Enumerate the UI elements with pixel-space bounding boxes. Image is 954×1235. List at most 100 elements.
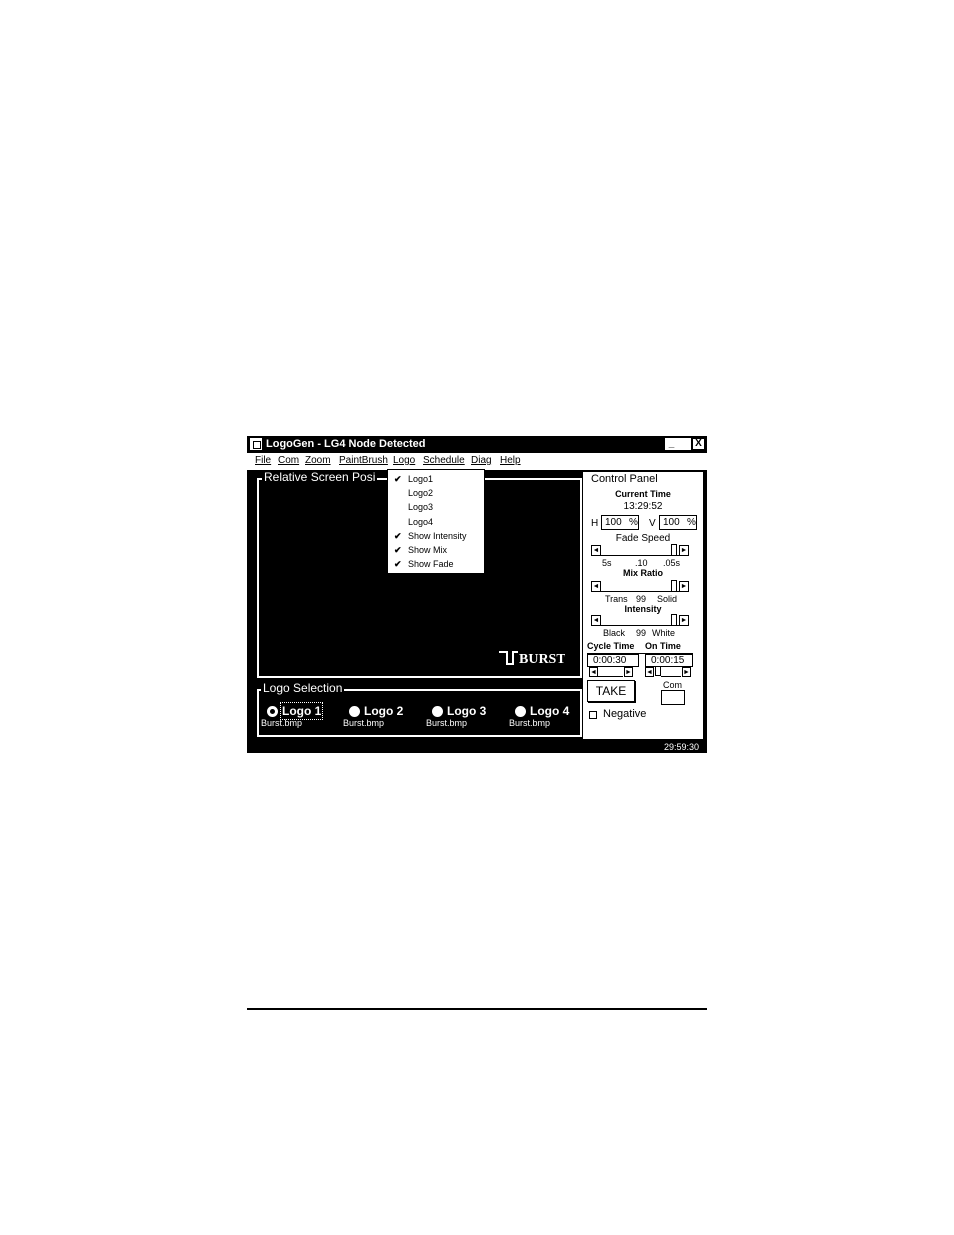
intensity-thumb[interactable] [671,614,677,626]
radio-selected-icon[interactable] [267,706,278,717]
cycle-time-right-arrow[interactable]: ► [624,667,633,677]
control-panel-title: Control Panel [591,473,658,485]
logo-3-file: Burst.bmp [426,718,468,728]
logogen-window: LogoGen - LG4 Node Detected _ X File Com… [247,436,707,753]
menu-schedule[interactable]: Schedule [423,455,465,466]
menu-file[interactable]: File [255,455,271,466]
intensity-tick-max: White [652,628,676,638]
menu-paintbrush[interactable]: PaintBrush [339,455,388,466]
check-icon: ✔ [394,545,402,555]
menu-diag[interactable]: Diag [471,455,492,466]
title-bar[interactable]: LogoGen - LG4 Node Detected _ X [247,436,707,453]
mix-ratio-left-arrow[interactable]: ◄ [591,581,601,592]
check-icon: ✔ [394,531,402,541]
h-label: H [591,518,599,529]
radio-icon[interactable] [515,706,526,717]
fade-speed-left-arrow[interactable]: ◄ [591,545,601,556]
on-time-thumb[interactable] [655,666,661,676]
menu-logo[interactable]: Logo [393,455,415,466]
v-percent-sign: % [687,517,696,528]
h-value: 100 [605,517,622,528]
logo-2-label: Logo 2 [364,704,404,718]
menu-bar: File Com Zoom PaintBrush Logo Schedule D… [247,453,707,470]
window-title: LogoGen - LG4 Node Detected [266,438,426,450]
close-button[interactable]: X [692,438,705,450]
menu-logo2[interactable]: Logo2 [408,488,433,498]
logo-4-file: Burst.bmp [509,718,551,728]
negative-checkbox[interactable] [589,711,597,719]
h-percent-sign: % [629,517,638,528]
intensity-left-arrow[interactable]: ◄ [591,615,601,626]
control-panel: Control Panel Current Time 13:29:52 H 10… [583,472,703,739]
menu-zoom[interactable]: Zoom [305,455,331,466]
mix-tick-value: 99 [636,594,647,604]
mix-ratio-track[interactable] [601,591,679,592]
on-time-right-arrow[interactable]: ► [682,667,691,677]
current-time-value: 13:29:52 [623,501,663,512]
intensity-tick-value: 99 [636,628,647,638]
fade-tick-min: 5s [602,558,612,568]
on-time-track[interactable] [661,676,681,677]
mix-ratio-label: Mix Ratio [622,568,663,578]
intensity-track[interactable] [601,625,679,626]
logo-2-file: Burst.bmp [343,718,385,728]
com-label: Com [663,680,683,690]
burst-logo[interactable]: BURST [499,648,565,668]
menu-com[interactable]: Com [278,455,299,466]
v-percent-field[interactable]: 100 % [659,515,697,530]
mix-ratio-right-arrow[interactable]: ► [679,581,689,592]
burst-logo-text: BURST [519,652,565,667]
cycle-time-value: 0:00:30 [593,655,627,666]
cycle-time-left-arrow[interactable]: ◄ [589,667,598,677]
menu-show-mix[interactable]: Show Mix [408,545,447,555]
fade-speed-track[interactable] [601,555,679,556]
mix-tick-min: Trans [605,594,628,604]
mix-tick-max: Solid [657,594,678,604]
intensity-right-arrow[interactable]: ► [679,615,689,626]
v-label: V [649,518,656,529]
menu-show-fade[interactable]: Show Fade [408,559,454,569]
menu-logo3[interactable]: Logo3 [408,502,433,512]
on-time-left-arrow[interactable]: ◄ [645,667,654,677]
mix-ratio-thumb[interactable] [671,580,677,592]
radio-icon[interactable] [349,706,360,717]
page-rule [247,1008,707,1010]
current-time-label: Current Time [615,489,671,499]
maximize-button[interactable] [678,438,691,450]
minimize-button[interactable]: _ [665,438,678,450]
negative-label: Negative [603,708,647,720]
screen-position-legend: Relative Screen Posi [262,470,378,484]
logo-1-label: Logo 1 [279,702,324,720]
on-time-field[interactable]: 0:00:15 [645,654,693,667]
logo-dropdown-menu: ✔ Logo1 Logo2 Logo3 Logo4 ✔ Show Intensi… [387,469,485,574]
fade-tick-max: .05s [663,558,681,568]
cycle-time-track[interactable] [598,676,623,677]
fade-tick-mid: .10 [635,558,648,568]
intensity-tick-min: Black [603,628,626,638]
fade-speed-label: Fade Speed [615,533,671,544]
cycle-time-field[interactable]: 0:00:30 [587,654,639,667]
app-icon[interactable] [250,438,262,450]
take-button[interactable]: TAKE [587,680,635,702]
fade-speed-right-arrow[interactable]: ► [679,545,689,556]
menu-show-intensity[interactable]: Show Intensity [408,531,467,541]
com-indicator [661,690,685,705]
on-time-label: On Time [645,641,681,651]
status-time: 29:59:30 [663,742,699,752]
on-time-value: 0:00:15 [651,655,685,666]
logo-selection-legend: Logo Selection [261,681,345,695]
fade-speed-thumb[interactable] [671,544,677,556]
intensity-label: Intensity [624,604,662,614]
v-value: 100 [663,517,680,528]
check-icon: ✔ [394,559,402,569]
logo-4-label: Logo 4 [530,704,570,718]
h-percent-field[interactable]: 100 % [601,515,639,530]
logo-3-label: Logo 3 [447,704,487,718]
logo-1-file: Burst.bmp [261,718,303,728]
radio-icon[interactable] [432,706,443,717]
menu-logo1[interactable]: Logo1 [408,474,433,484]
cycle-time-label: Cycle Time [587,641,635,651]
menu-logo4[interactable]: Logo4 [408,517,433,527]
menu-help[interactable]: Help [500,455,521,466]
check-icon: ✔ [394,474,402,484]
